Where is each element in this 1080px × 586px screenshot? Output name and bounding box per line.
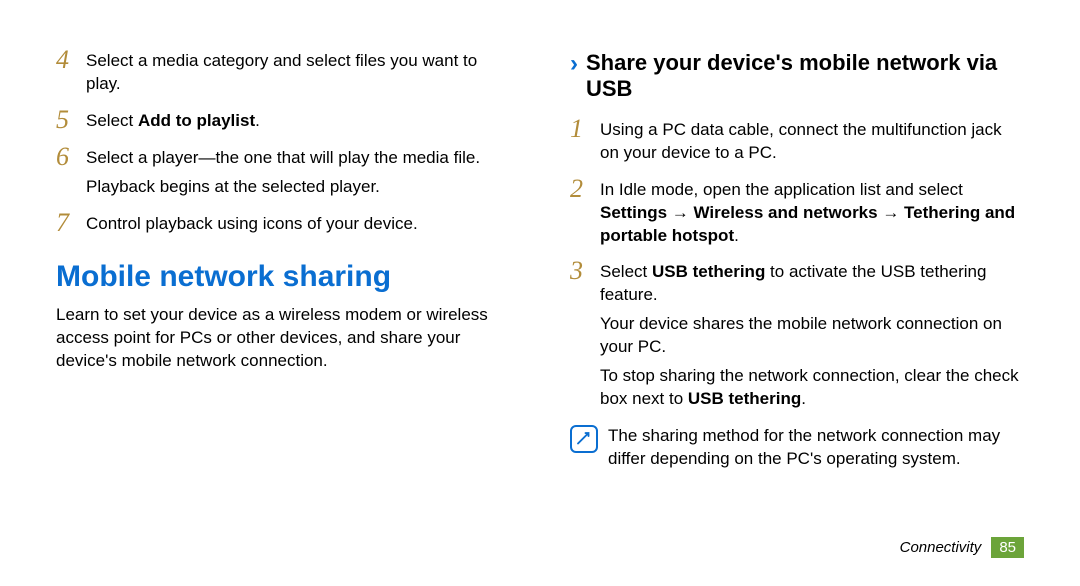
step-text: Select USB tethering to activate the USB… bbox=[600, 261, 1024, 307]
footer-section: Connectivity bbox=[900, 539, 982, 556]
step-number: 7 bbox=[56, 210, 86, 236]
step: 7 Control playback using icons of your d… bbox=[56, 213, 510, 236]
step-text: In Idle mode, open the application list … bbox=[600, 179, 1024, 248]
step: 4 Select a media category and select fil… bbox=[56, 50, 510, 96]
step-text: Control playback using icons of your dev… bbox=[86, 213, 510, 236]
step-subtext: Your device shares the mobile network co… bbox=[600, 313, 1024, 359]
step: 5 Select Add to playlist. bbox=[56, 110, 510, 133]
section-intro: Learn to set your device as a wireless m… bbox=[56, 304, 510, 373]
note-text: The sharing method for the network conne… bbox=[608, 425, 1024, 471]
step-subtext: Playback begins at the selected player. bbox=[86, 176, 510, 199]
step-text: Select a media category and select files… bbox=[86, 50, 510, 96]
step-number: 2 bbox=[570, 176, 600, 202]
step-number: 5 bbox=[56, 107, 86, 133]
step-number: 4 bbox=[56, 47, 86, 73]
step-text: Select a player—the one that will play t… bbox=[86, 147, 510, 170]
step-number: 1 bbox=[570, 116, 600, 142]
note-box: The sharing method for the network conne… bbox=[570, 425, 1024, 471]
section-heading: Mobile network sharing bbox=[56, 260, 510, 294]
footer: Connectivity 85 bbox=[900, 537, 1024, 558]
right-column: › Share your device's mobile network via… bbox=[570, 50, 1024, 471]
step-number: 6 bbox=[56, 144, 86, 170]
sub-heading: › Share your device's mobile network via… bbox=[570, 50, 1024, 103]
page-number: 85 bbox=[991, 537, 1024, 558]
step-text: Using a PC data cable, connect the multi… bbox=[600, 119, 1024, 165]
note-icon bbox=[570, 425, 598, 453]
step: 6 Select a player—the one that will play… bbox=[56, 147, 510, 170]
step-text: Select Add to playlist. bbox=[86, 110, 510, 133]
step: 3 Select USB tethering to activate the U… bbox=[570, 261, 1024, 307]
step-subtext: To stop sharing the network connection, … bbox=[600, 365, 1024, 411]
step-number: 3 bbox=[570, 258, 600, 284]
step: 2 In Idle mode, open the application lis… bbox=[570, 179, 1024, 248]
chevron-right-icon: › bbox=[570, 50, 578, 79]
sub-heading-text: Share your device's mobile network via U… bbox=[586, 50, 1024, 103]
left-column: 4 Select a media category and select fil… bbox=[56, 50, 510, 471]
step: 1 Using a PC data cable, connect the mul… bbox=[570, 119, 1024, 165]
